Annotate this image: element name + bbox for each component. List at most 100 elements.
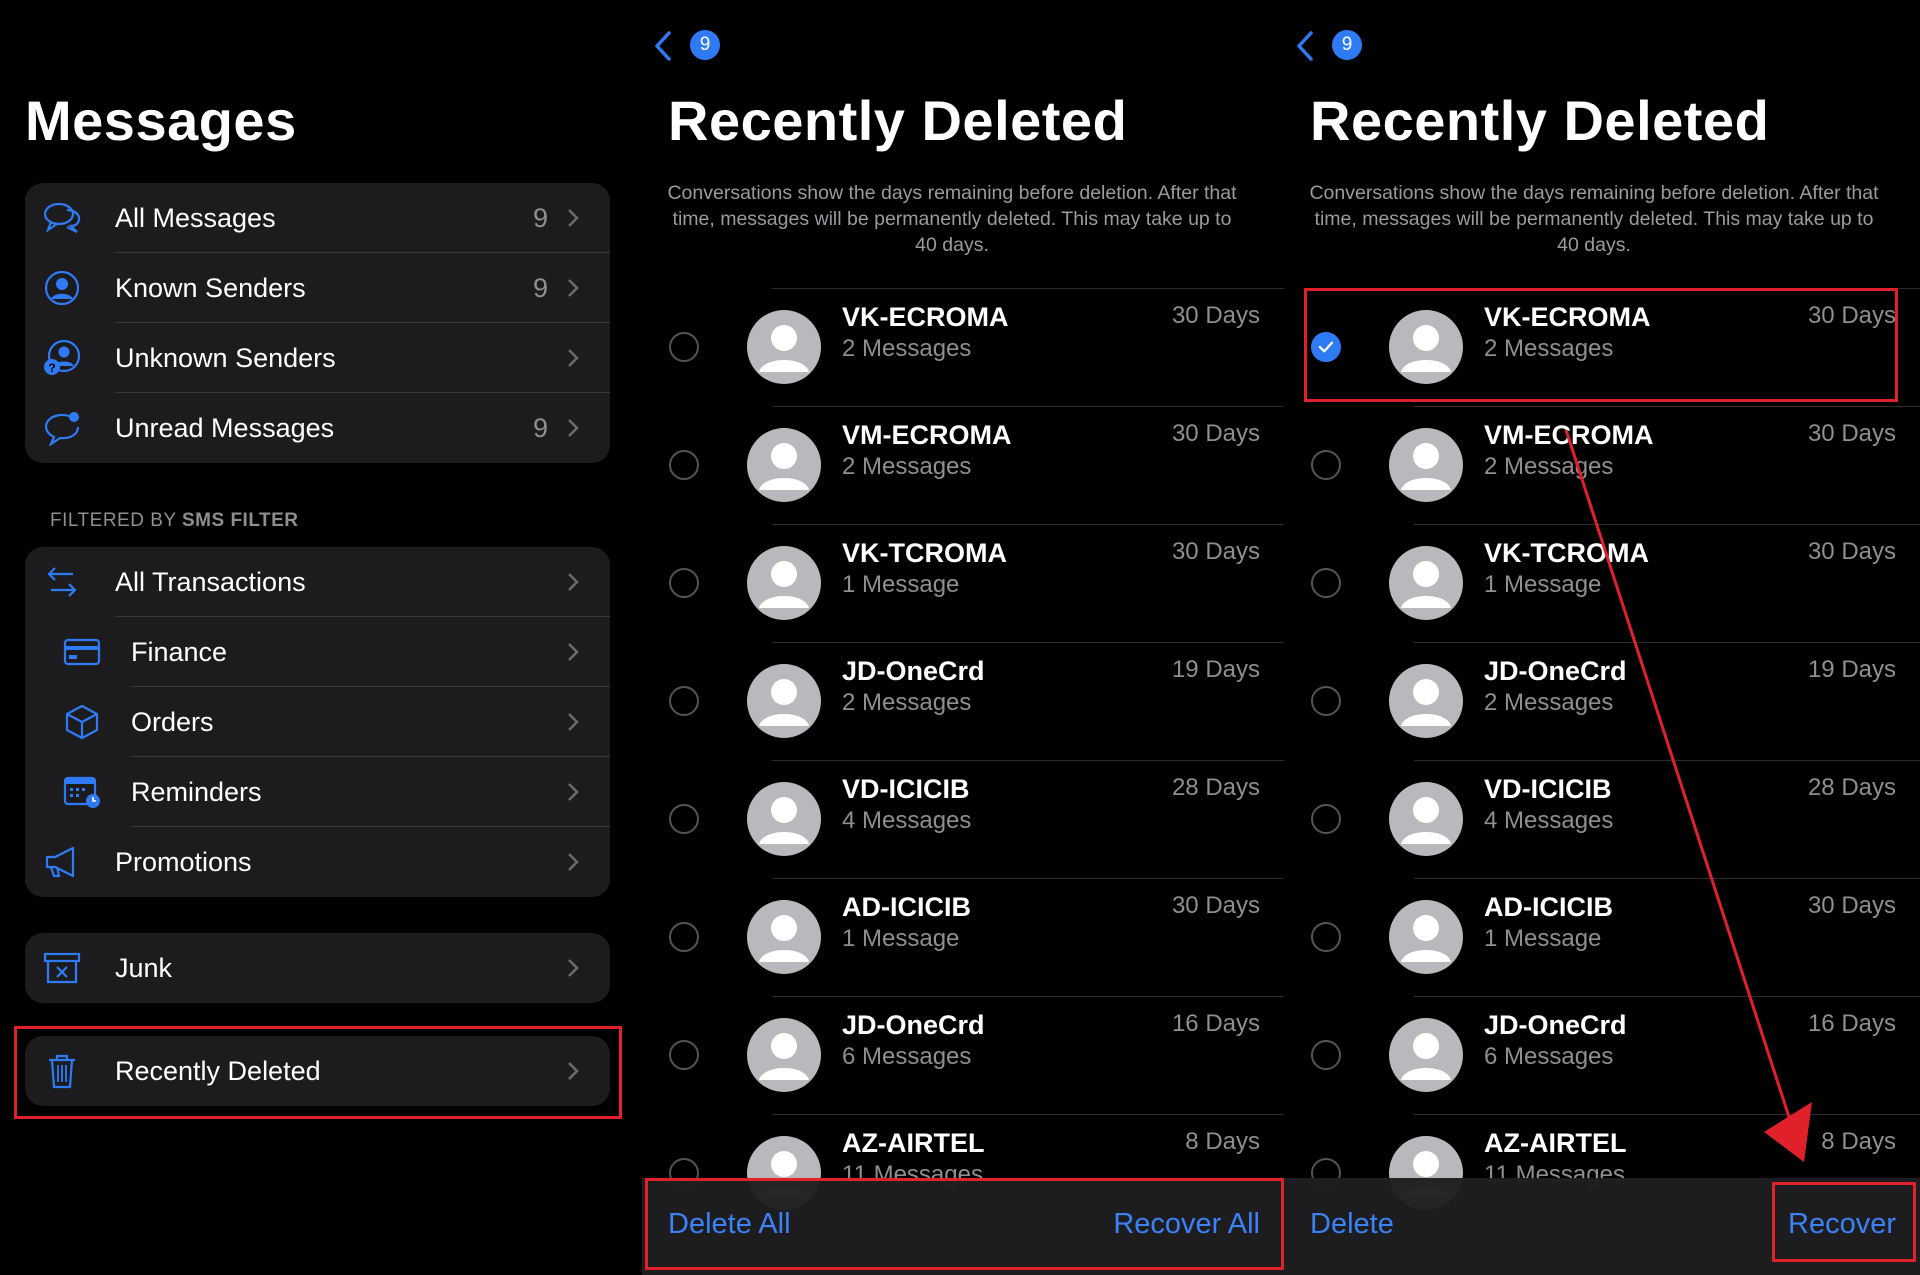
select-radio[interactable] — [669, 1040, 699, 1070]
row-unknown-senders[interactable]: ? Unknown Senders — [25, 323, 610, 393]
chevron-right-icon — [568, 573, 579, 591]
chevron-right-icon — [568, 713, 579, 731]
select-radio[interactable] — [669, 804, 699, 834]
days-remaining: 30 Days — [1171, 420, 1260, 447]
conversation-row[interactable]: AD-ICICIB 1 Message 30 Days — [642, 878, 1284, 996]
chevron-right-icon — [568, 279, 579, 297]
sender-name: VD-ICICIB — [842, 774, 970, 804]
back-button[interactable]: 9 — [652, 28, 732, 62]
page-title: Messages — [25, 89, 297, 152]
row-finance[interactable]: Finance — [25, 617, 610, 687]
conversation-row[interactable]: VD-ICICIB 4 Messages 28 Days — [642, 760, 1284, 878]
recently-deleted-panel: 9 Recently Deleted Conversations show th… — [642, 0, 1284, 1275]
days-remaining: 19 Days — [1171, 656, 1260, 683]
days-remaining: 16 Days — [1171, 1010, 1260, 1037]
days-remaining: 8 Days — [1185, 1128, 1260, 1155]
days-remaining: 30 Days — [1171, 538, 1260, 565]
row-all-messages[interactable]: All Messages 9 — [25, 183, 610, 253]
person-silhouette-icon — [759, 561, 809, 608]
description: Conversations show the days remaining be… — [667, 182, 1237, 256]
chevron-left-icon — [655, 31, 671, 61]
row-count: 9 — [532, 273, 548, 303]
avatar — [747, 310, 821, 384]
avatar — [747, 428, 821, 502]
chat-bubbles-icon — [43, 202, 81, 233]
highlight-box — [14, 1026, 622, 1119]
divider — [772, 406, 1284, 407]
calendar-clock-icon — [63, 776, 100, 808]
row-label: Known Senders — [115, 273, 306, 303]
junk-bin-icon — [43, 952, 81, 984]
divider — [772, 878, 1284, 879]
sender-name: VM-ECROMA — [842, 420, 1012, 450]
megaphone-icon — [45, 846, 75, 878]
person-silhouette-icon — [759, 325, 809, 372]
row-reminders[interactable]: Reminders — [25, 757, 610, 827]
sender-name: JD-OneCrd — [842, 656, 985, 686]
row-orders[interactable]: Orders — [25, 687, 610, 757]
chevron-right-icon — [568, 419, 579, 437]
select-radio[interactable] — [669, 450, 699, 480]
unread-badge: 9 — [690, 30, 720, 60]
conversation-row[interactable]: JD-OneCrd 6 Messages 16 Days — [642, 996, 1284, 1114]
chevron-right-icon — [568, 783, 579, 801]
section-header-prefix: FILTERED BY — [50, 510, 182, 531]
avatar — [747, 900, 821, 974]
row-label: Orders — [131, 707, 214, 737]
recently-deleted-selected-panel: 9 Recently Deleted Conversations show th… — [1284, 0, 1920, 1275]
row-label: Finance — [131, 637, 228, 667]
conversation-row[interactable]: VK-ECROMA 2 Messages 30 Days — [642, 288, 1284, 406]
sms-filter-group: All Transactions Finance Orders Reminder… — [25, 547, 610, 897]
divider — [772, 288, 1284, 289]
chevron-right-icon — [568, 959, 579, 977]
box-icon — [65, 704, 99, 740]
row-junk[interactable]: Junk — [25, 933, 610, 1003]
chevron-right-icon — [568, 209, 579, 227]
row-all-transactions[interactable]: All Transactions — [25, 547, 610, 617]
section-header-bold: SMS FILTER — [182, 510, 299, 531]
junk-group: Junk — [25, 933, 610, 1003]
row-label: All Messages — [115, 203, 276, 233]
days-remaining: 30 Days — [1171, 302, 1260, 329]
select-radio[interactable] — [669, 686, 699, 716]
message-count: 6 Messages — [842, 1043, 972, 1070]
conversation-row[interactable]: VK-TCROMA 1 Message 30 Days — [642, 524, 1284, 642]
message-count: 4 Messages — [842, 807, 972, 834]
row-known-senders[interactable]: Known Senders 9 — [25, 253, 610, 323]
person-silhouette-icon — [759, 797, 809, 844]
row-label: Reminders — [131, 777, 262, 807]
divider — [772, 524, 1284, 525]
person-silhouette-icon — [759, 679, 809, 726]
conversation-row[interactable]: VM-ECROMA 2 Messages 30 Days — [642, 406, 1284, 524]
divider — [772, 996, 1284, 997]
row-label: Junk — [115, 953, 173, 983]
avatar — [747, 782, 821, 856]
avatar — [747, 664, 821, 738]
select-radio[interactable] — [669, 568, 699, 598]
row-label: Unknown Senders — [115, 343, 336, 373]
highlight-box — [645, 1178, 1284, 1270]
credit-card-icon — [63, 638, 101, 666]
sender-name: JD-OneCrd — [842, 1010, 985, 1040]
sender-name: VK-ECROMA — [842, 302, 1009, 332]
days-remaining: 30 Days — [1171, 892, 1260, 919]
row-unread-messages[interactable]: Unread Messages 9 — [25, 393, 610, 463]
person-silhouette-icon — [759, 443, 809, 490]
arrows-swap-icon — [47, 567, 77, 597]
message-count: 2 Messages — [842, 453, 972, 480]
select-radio[interactable] — [669, 922, 699, 952]
divider — [772, 1114, 1284, 1115]
divider — [772, 642, 1284, 643]
main-filters-group: All Messages 9 Known Senders 9 ? Unknown… — [25, 183, 610, 463]
person-silhouette-icon — [759, 1033, 809, 1080]
row-count: 9 — [532, 203, 548, 233]
sender-name: AD-ICICIB — [842, 892, 971, 922]
row-promotions[interactable]: Promotions — [25, 827, 610, 897]
chevron-right-icon — [568, 853, 579, 871]
divider — [772, 760, 1284, 761]
avatar — [747, 1018, 821, 1092]
sender-name: VK-TCROMA — [842, 538, 1007, 568]
person-circle-icon — [44, 270, 80, 306]
conversation-row[interactable]: JD-OneCrd 2 Messages 19 Days — [642, 642, 1284, 760]
select-radio[interactable] — [669, 332, 699, 362]
